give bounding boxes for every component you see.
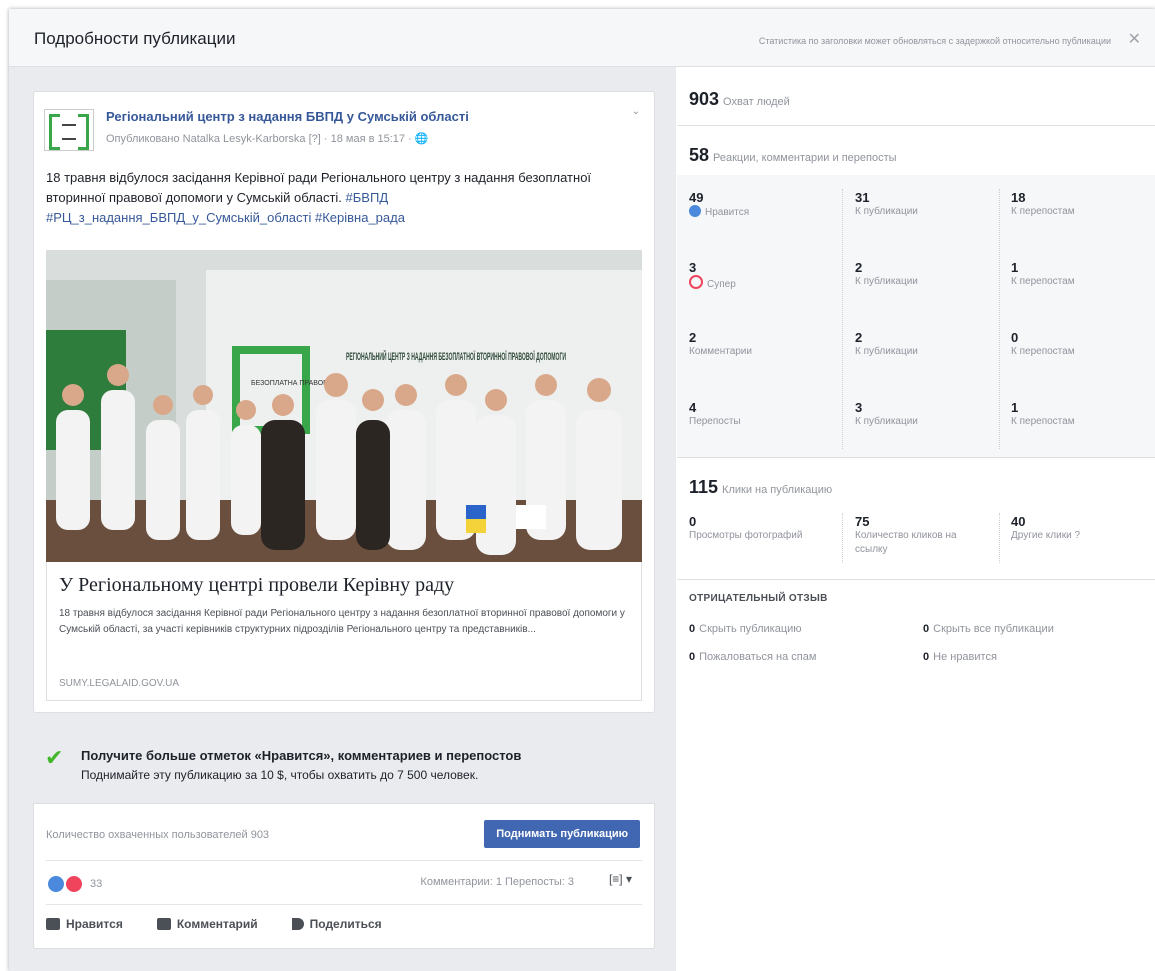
love-icon <box>689 275 703 289</box>
reaction-count: 33 <box>90 878 103 890</box>
thumbs-up-icon <box>46 918 60 930</box>
like-reaction-icon <box>46 874 66 894</box>
chevron-down-icon[interactable]: ⌄ <box>632 106 640 117</box>
audience-selector-icon[interactable]: [≡] ▾ <box>609 872 632 886</box>
reactions-summary[interactable]: 33 <box>46 874 102 894</box>
modal-header: Подробности публикации Статистика по заг… <box>9 9 1155 67</box>
likes-on-post-stat: 31 К публикации <box>855 190 918 218</box>
link-clicks-stat: 75 Количество кликов на ссылку <box>855 514 957 556</box>
page-avatar[interactable] <box>44 109 94 151</box>
photo-views-stat: 0 Просмотры фотографий <box>689 514 803 542</box>
likes-stat: 49 Нравится <box>689 190 750 218</box>
stats-delay-notice: Статистика по заголовки может обновлятьс… <box>758 36 1111 46</box>
comments-on-post-stat: 2К публикации <box>855 330 918 358</box>
engagement-stat: 58 Реакции, комментарии и перепосты <box>689 145 897 165</box>
post-footer: Количество охваченных пользователей 903 … <box>33 803 655 949</box>
hide-post-stat: 0 Скрыть публикацию <box>689 623 802 635</box>
love-reaction-icon <box>64 874 84 894</box>
photo-banner-text: РЕГІОНАЛЬНИЙ ЦЕНТР З НАДАННЯ БЕЗОПЛАТНОЇ… <box>346 350 566 363</box>
negative-feedback-title: ОТРИЦАТЕЛЬНЫЙ ОТЗЫВ <box>689 593 828 604</box>
like-button[interactable]: Нравится <box>46 917 123 931</box>
love-on-post-stat: 2К публикации <box>855 260 918 288</box>
comment-button[interactable]: Комментарий <box>156 917 258 931</box>
post-meta: Опубликовано Natalka Lesyk-Karborska [?]… <box>106 133 429 145</box>
post-actions: Нравится Комментарий Поделиться <box>46 917 382 931</box>
hide-all-posts-stat: 0 Скрыть все публикации <box>923 623 1054 635</box>
close-icon[interactable]: ✕ <box>1128 29 1141 49</box>
love-stat: 3 Супер <box>689 260 736 290</box>
checkmark-icon: ✔ <box>45 745 64 770</box>
post-details-modal: Подробности публикации Статистика по заг… <box>9 9 1155 971</box>
shares-on-shares-stat: 1К перепостам <box>1011 400 1075 428</box>
shares-on-post-stat: 3К публикации <box>855 400 918 428</box>
link-description: 18 травня відбулося засідання Керівної р… <box>59 608 625 635</box>
love-on-shares-stat: 1К перепостам <box>1011 260 1075 288</box>
link-title[interactable]: У Регіональному центрі провели Керівну р… <box>59 574 454 597</box>
share-button[interactable]: Поделиться <box>291 917 382 931</box>
post-text: 18 травня відбулося засідання Керівної р… <box>46 168 646 228</box>
shares-stat: 4 Перепосты <box>689 400 741 428</box>
comment-icon <box>156 918 171 930</box>
post-card: Регіональний центр з надання БВПД у Сумс… <box>33 91 655 713</box>
reach-count-text: Количество охваченных пользователей 903 <box>46 829 270 841</box>
likes-on-shares-stat: 18 К перепостам <box>1011 190 1075 218</box>
boost-title: Получите больше отметок «Нравится», комм… <box>81 748 522 763</box>
reach-stat: 903 Охват людей <box>689 89 790 109</box>
post-statistics-pane: 903 Охват людей 58 Реакции, комментарии и … <box>677 67 1155 971</box>
comments-stat: 2 Комментарии <box>689 330 752 358</box>
other-clicks-stat: 40 Другие клики ? <box>1011 514 1081 542</box>
share-arrow-icon <box>291 918 304 930</box>
boost-subtitle: Поднимайте эту публикацию за 10 $, чтобы… <box>81 768 479 782</box>
like-icon <box>689 205 701 217</box>
post-preview-pane: Регіональний центр з надання БВПД у Сумс… <box>9 67 676 971</box>
page-name-link[interactable]: Регіональний центр з надання БВПД у Сумс… <box>106 109 469 124</box>
comments-on-shares-stat: 0К перепостам <box>1011 330 1075 358</box>
boost-suggestion: ✔ Получите больше отметок «Нравится», ко… <box>33 728 653 803</box>
link-domain: SUMY.LEGALAID.GOV.UA <box>59 678 180 689</box>
photo-logo-text: БЕЗОПЛАТНА ПРАВОВА <box>251 380 333 387</box>
group-photo-image: БЕЗОПЛАТНА ПРАВОВА РЕГІОНАЛЬНИЙ ЦЕНТР З … <box>46 250 642 562</box>
link-preview[interactable]: У Регіональному центрі провели Керівну р… <box>46 562 642 701</box>
post-photo[interactable]: БЕЗОПЛАТНА ПРАВОВА РЕГІОНАЛЬНИЙ ЦЕНТР З … <box>46 250 642 562</box>
comments-shares-count[interactable]: Комментарии: 1 Перепосты: 3 <box>420 876 574 888</box>
report-spam-stat: 0 Пожаловаться на спам <box>689 651 817 663</box>
post-clicks-stat: 115 Клики на публикацию <box>689 477 833 497</box>
post-body: 18 травня відбулося засідання Керівної р… <box>46 170 592 205</box>
modal-title: Подробности публикации <box>34 29 236 48</box>
promote-post-button[interactable]: Поднимать публикацию <box>484 820 640 848</box>
unlike-page-stat: 0 Не нравится <box>923 651 997 663</box>
